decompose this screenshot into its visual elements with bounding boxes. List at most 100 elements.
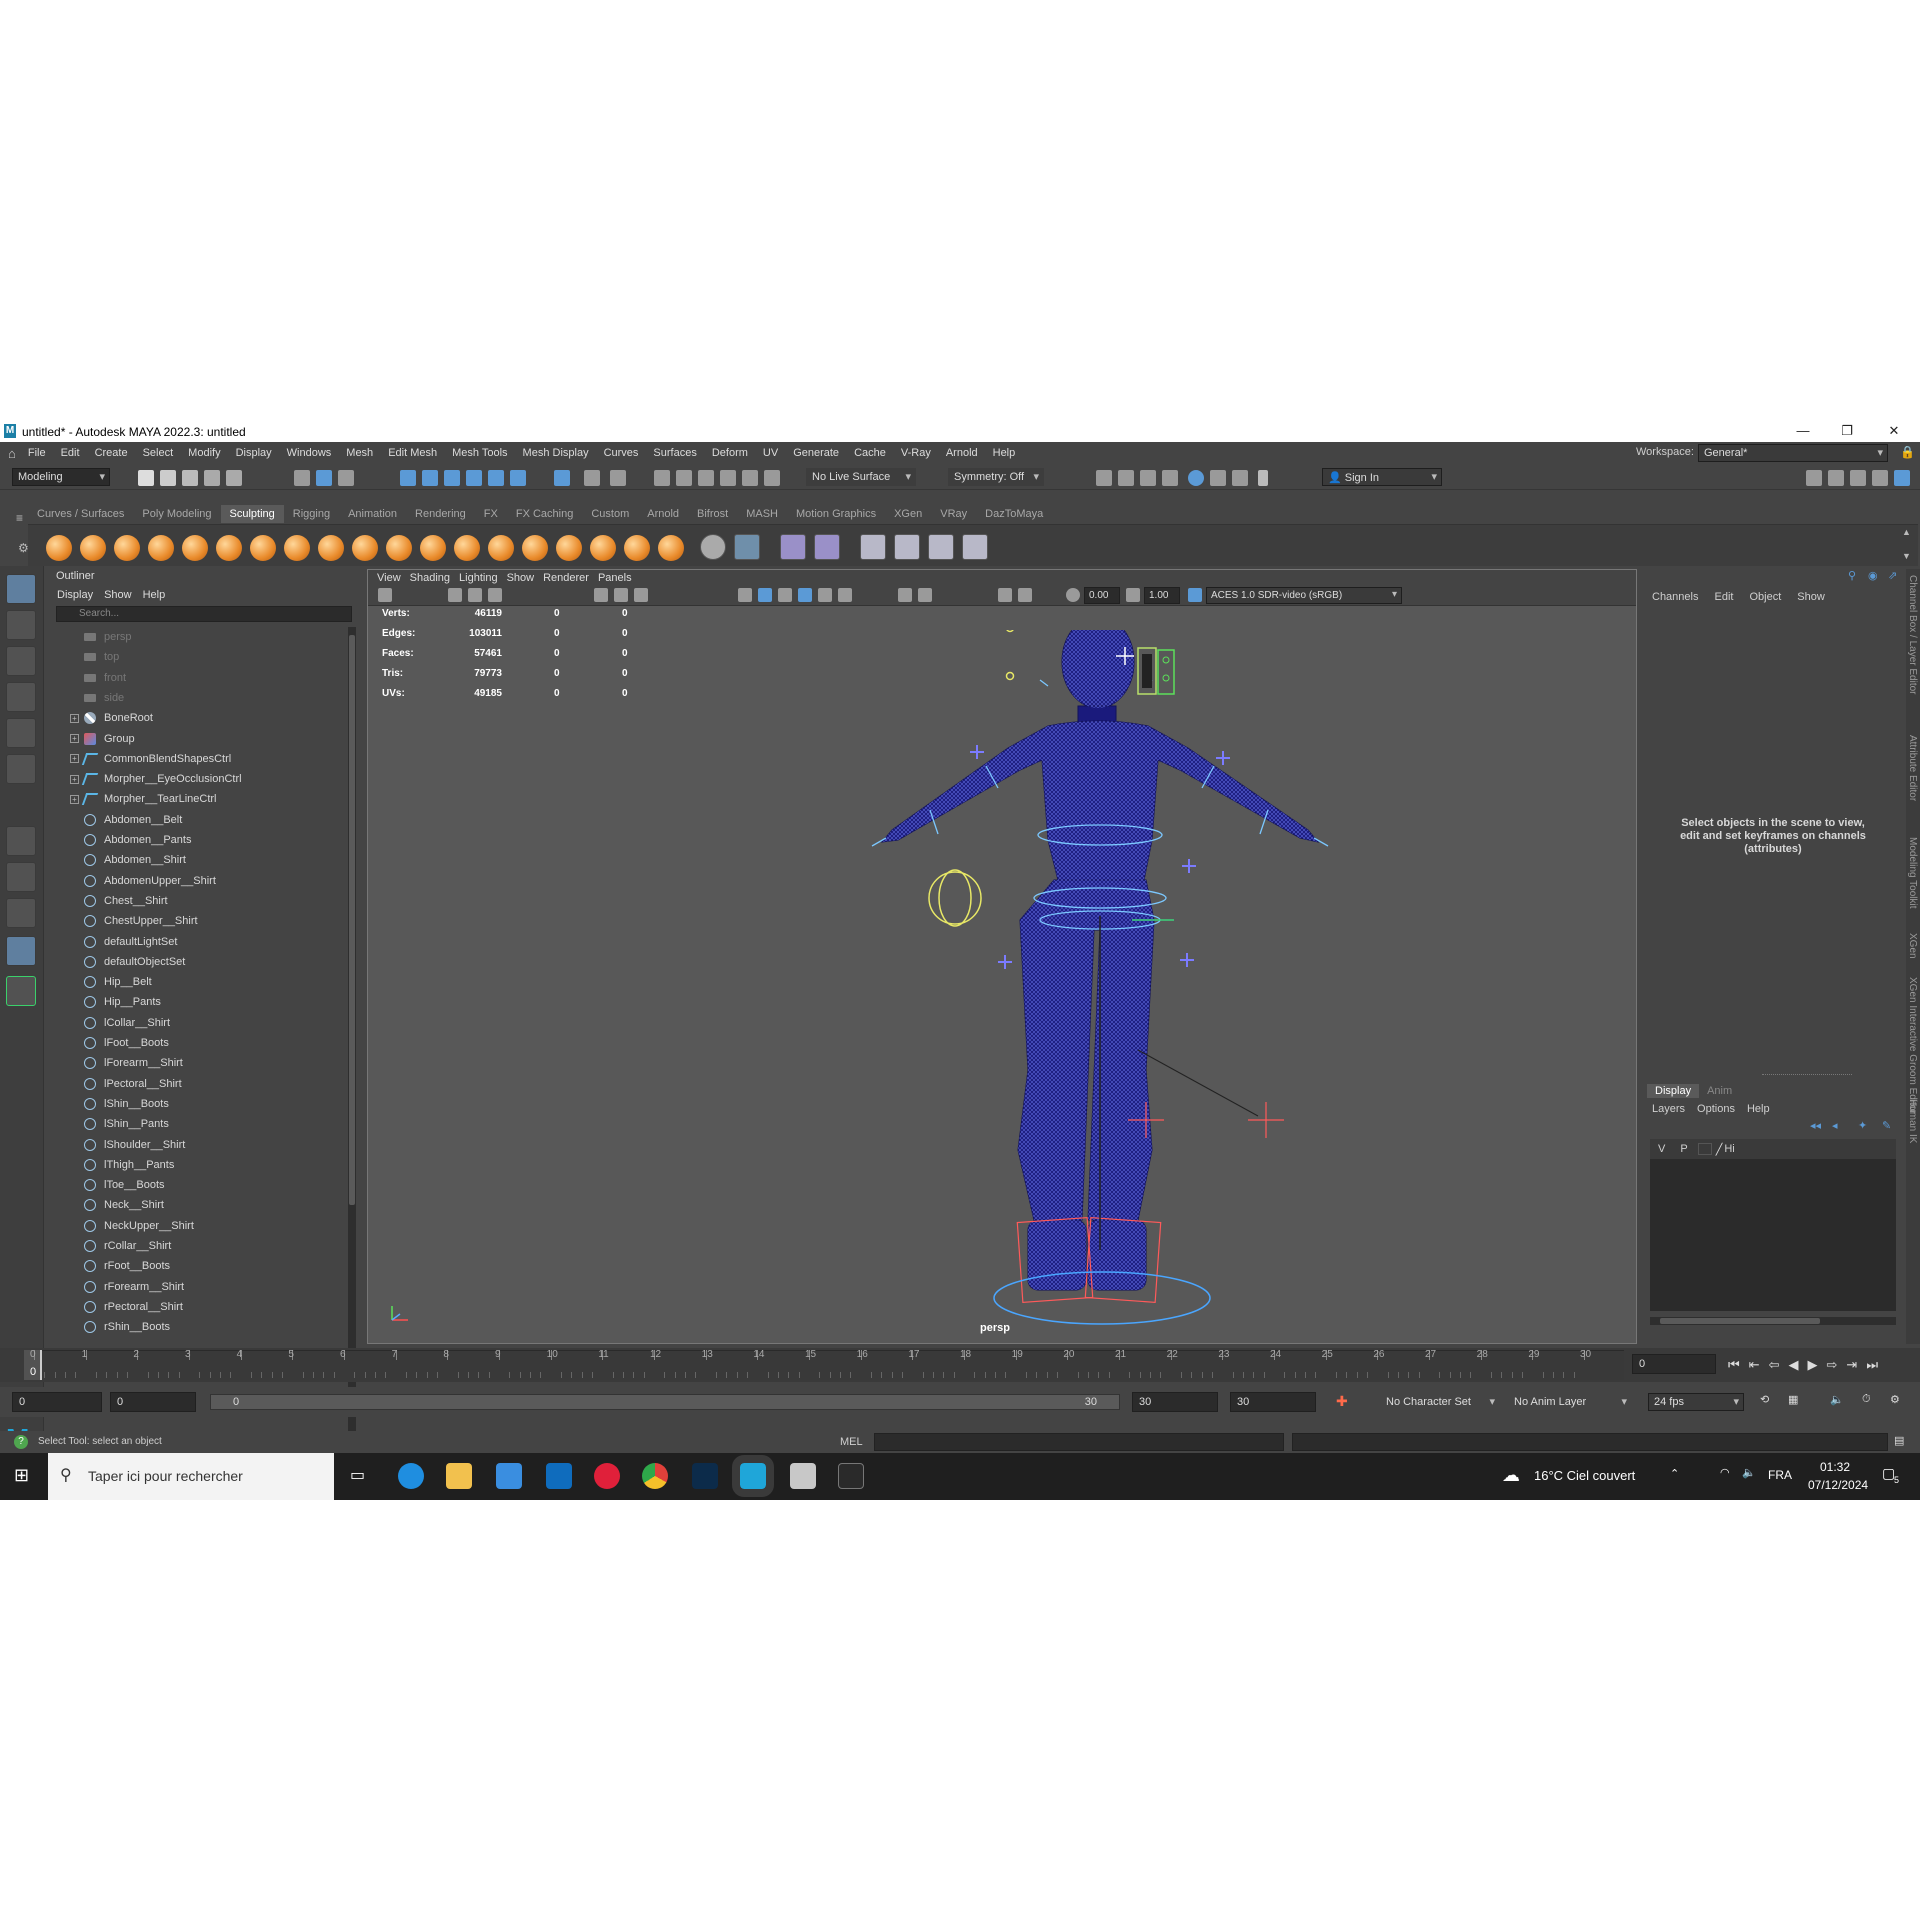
outliner-item[interactable]: lPectoral__Shirt — [46, 1074, 346, 1094]
anim-end-field[interactable]: 30 — [1132, 1392, 1218, 1412]
clock-date[interactable]: 07/12/2024 — [1808, 1478, 1868, 1492]
menu-mesh-tools[interactable]: Mesh Tools — [452, 447, 507, 459]
camera-attributes-icon[interactable] — [448, 588, 462, 602]
menu-v-ray[interactable]: V-Ray — [901, 447, 931, 459]
character-set-dropdown[interactable]: No Character Set — [1380, 1393, 1500, 1411]
viewport-menu-lighting[interactable]: Lighting — [459, 572, 498, 584]
outliner-item[interactable]: lShin__Pants — [46, 1114, 346, 1134]
gamma-field[interactable]: 1.00 — [1144, 587, 1180, 604]
menu-curves[interactable]: Curves — [604, 447, 639, 459]
timing-icon[interactable]: ⏱ — [1862, 1393, 1871, 1406]
step-forward-frame-icon[interactable]: ⇨ — [1827, 1357, 1838, 1373]
cache-playback-icon[interactable]: ▦ — [1788, 1393, 1798, 1406]
outliner-item[interactable]: rCollar__Shirt — [46, 1236, 346, 1256]
menu-mesh[interactable]: Mesh — [346, 447, 373, 459]
render-view-icon[interactable] — [1210, 470, 1226, 486]
outliner-item[interactable]: defaultObjectSet — [46, 952, 346, 972]
smear-tool-icon[interactable] — [522, 535, 548, 561]
close-button[interactable]: ✕ — [1879, 423, 1909, 439]
outliner-item[interactable]: lForearm__Shirt — [46, 1053, 346, 1073]
outliner-item[interactable]: lToe__Boots — [46, 1175, 346, 1195]
deform-lattice-icon[interactable] — [928, 534, 954, 560]
side-tab-modeling-toolkit[interactable]: Modeling Toolkit — [1907, 837, 1918, 909]
grid-toggle-icon[interactable] — [594, 588, 608, 602]
perspective-viewport[interactable]: View Shading Lighting Show Renderer Panels 0.… — [367, 569, 1637, 1344]
outliner-item[interactable]: rForearm__Shirt — [46, 1277, 346, 1297]
lasso-input-icon[interactable] — [698, 470, 714, 486]
channel-menu-edit[interactable]: Edit — [1714, 591, 1733, 603]
side-tab-attribute-editor[interactable]: Attribute Editor — [1907, 735, 1918, 801]
loop-icon[interactable]: ⟲ — [1760, 1393, 1769, 1406]
fill-tool-icon[interactable] — [454, 535, 480, 561]
fps-dropdown[interactable]: 24 fps — [1648, 1393, 1744, 1411]
opera-icon[interactable] — [594, 1463, 620, 1489]
menu-edit[interactable]: Edit — [61, 447, 80, 459]
human-ik-toggle-icon[interactable] — [1828, 470, 1844, 486]
menu-mesh-display[interactable]: Mesh Display — [523, 447, 589, 459]
script-language-toggle[interactable]: MEL — [840, 1436, 863, 1448]
outliner-item[interactable]: lThigh__Pants — [46, 1155, 346, 1175]
workspace-dropdown[interactable]: General* — [1698, 444, 1888, 462]
layer-edit-icon[interactable]: ╱ — [1716, 1143, 1723, 1156]
menu-surfaces[interactable]: Surfaces — [653, 447, 696, 459]
outliner-item[interactable]: persp — [46, 627, 346, 647]
construction-history-icon[interactable] — [610, 470, 626, 486]
output-ops-icon[interactable] — [676, 470, 692, 486]
step-forward-key-icon[interactable]: ⇥ — [1846, 1357, 1857, 1373]
viewport-menu-view[interactable]: View — [377, 572, 401, 584]
pause-viewport-icon[interactable] — [1258, 470, 1268, 486]
ambient-occlusion-icon[interactable] — [898, 588, 912, 602]
viewport-menu-renderer[interactable]: Renderer — [543, 572, 589, 584]
outliner-item[interactable]: rPectoral__Shirt — [46, 1297, 346, 1317]
shelf-tab-motion-graphics[interactable]: Motion Graphics — [787, 505, 885, 523]
snap-curve-icon[interactable] — [422, 470, 438, 486]
shelf-tab-arnold[interactable]: Arnold — [638, 505, 688, 523]
outliner-search-input[interactable]: Search... — [56, 606, 352, 622]
restore-button[interactable]: ❐ — [1832, 423, 1862, 439]
outliner-layout-button[interactable] — [6, 936, 36, 966]
scrape-tool-icon[interactable] — [420, 535, 446, 561]
play-backward-icon[interactable]: ◀ — [1789, 1357, 1799, 1373]
shadows-icon[interactable] — [838, 588, 852, 602]
outliner-item[interactable]: NeckUpper__Shirt — [46, 1216, 346, 1236]
outliner-item[interactable]: lCollar__Shirt — [46, 1013, 346, 1033]
input-ops-icon[interactable] — [654, 470, 670, 486]
isolate-icon[interactable] — [742, 470, 758, 486]
menu-file[interactable]: File — [28, 447, 46, 459]
shelf-tab-animation[interactable]: Animation — [339, 505, 406, 523]
color-management-icon[interactable] — [1188, 588, 1202, 602]
menu-windows[interactable]: Windows — [287, 447, 332, 459]
shelf-tab-vray[interactable]: VRay — [931, 505, 976, 523]
epic-games-icon[interactable] — [838, 1463, 864, 1489]
go-to-start-icon[interactable]: ⏮ — [1728, 1357, 1740, 1373]
viewport-menu-show[interactable]: Show — [507, 572, 535, 584]
attribute-editor-toggle-icon[interactable] — [1850, 470, 1866, 486]
snap-grid-icon[interactable] — [400, 470, 416, 486]
render-settings-icon[interactable] — [1162, 470, 1178, 486]
outliner-menu-display[interactable]: Display — [57, 589, 93, 601]
outliner-item[interactable]: top — [46, 647, 346, 667]
viewport-menu-shading[interactable]: Shading — [410, 572, 450, 584]
select-object-icon[interactable] — [316, 470, 332, 486]
two-view-layout-button[interactable] — [6, 898, 36, 928]
taskbar-search-box[interactable]: ⚲ Taper ici pour rechercher — [48, 1453, 334, 1500]
lock-icon[interactable]: 🔒 — [1900, 445, 1915, 459]
film-gate-icon[interactable] — [614, 588, 628, 602]
expand-icon[interactable]: + — [70, 754, 79, 764]
layer-tab-anim[interactable]: Anim — [1699, 1084, 1740, 1098]
outliner-item[interactable]: + Morpher__TearLineCtrl — [46, 789, 346, 809]
go-to-end-icon[interactable]: ⏭ — [1866, 1357, 1878, 1373]
shelf-tab-sculpting[interactable]: Sculpting — [220, 505, 284, 523]
outliner-item[interactable]: Abdomen__Shirt — [46, 850, 346, 870]
exposure-icon[interactable] — [1066, 588, 1080, 602]
outliner-item[interactable]: + BoneRoot — [46, 708, 346, 728]
layer-tab-display[interactable]: Display — [1647, 1084, 1700, 1098]
flatten-tool-icon[interactable] — [216, 535, 242, 561]
expand-icon[interactable]: + — [70, 734, 79, 743]
input-language[interactable]: FRA — [1768, 1468, 1792, 1482]
mode-dropdown[interactable]: Modeling — [12, 468, 110, 486]
shelf-tab-poly-modeling[interactable]: Poly Modeling — [133, 505, 220, 523]
new-layer-icon[interactable]: ✦ — [1858, 1119, 1867, 1132]
side-tab-xgen[interactable]: XGen — [1907, 933, 1918, 959]
move-layer-up-icon[interactable]: ◂◂ — [1810, 1119, 1821, 1132]
